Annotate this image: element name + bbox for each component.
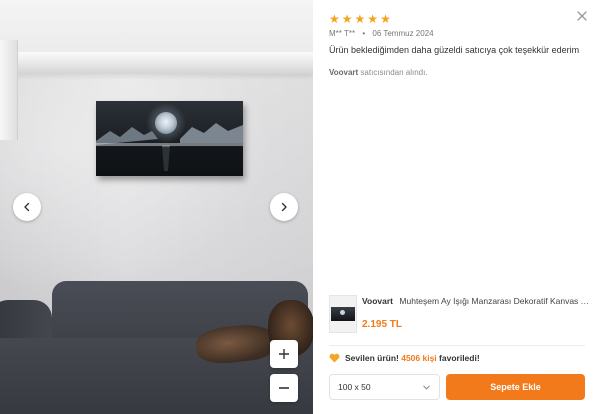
product-price: 2.195 TL: [362, 319, 403, 330]
review-date: 06 Temmuz 2024: [372, 29, 434, 38]
chevron-down-icon: [423, 385, 430, 390]
product-name: Muhteşem Ay Işığı Manzarası Dekoratif Ka…: [399, 296, 591, 306]
star-icon: ★: [341, 12, 353, 26]
product-brand: Voovart: [362, 296, 394, 306]
zoom-out-button[interactable]: [270, 374, 298, 402]
chevron-left-icon: [24, 202, 30, 212]
star-icon: ★: [354, 12, 366, 26]
add-to-cart-button[interactable]: Sepete Ekle: [446, 374, 585, 400]
star-icon: ★: [380, 12, 391, 26]
product-thumbnail-image: [331, 307, 355, 321]
next-photo-button[interactable]: [270, 193, 298, 221]
crown-molding: [0, 52, 313, 74]
star-rating: ★ ★ ★ ★ ★: [329, 13, 391, 25]
close-icon[interactable]: [576, 10, 588, 22]
divider: [329, 345, 585, 346]
star-icon: ★: [367, 12, 379, 26]
zoom-in-button[interactable]: [270, 340, 298, 368]
review-meta: M** T** • 06 Temmuz 2024: [329, 29, 434, 38]
product-thumbnail[interactable]: [329, 295, 357, 333]
wall-corner: [0, 40, 18, 140]
size-select[interactable]: 100 x 50: [329, 374, 440, 400]
meta-separator: •: [362, 29, 366, 38]
review-detail-panel: ★ ★ ★ ★ ★ M** T** • 06 Temmuz 2024 Ürün …: [313, 0, 600, 414]
favorites-prefix: Sevilen ürün!: [345, 353, 399, 363]
product-summary[interactable]: Voovart Muhteşem Ay Işığı Manzarası Deko…: [329, 295, 591, 333]
ceiling: [0, 0, 313, 58]
favorites-suffix: favoriledi!: [439, 353, 480, 363]
review-author: M** T**: [329, 29, 356, 38]
previous-photo-button[interactable]: [13, 193, 41, 221]
review-photo: [0, 0, 313, 414]
favorites-count: 4506 kişi: [401, 353, 437, 363]
chevron-right-icon: [281, 202, 287, 212]
product-title[interactable]: Voovart Muhteşem Ay Işığı Manzarası Deko…: [362, 296, 591, 306]
seller-note-suffix: satıcısından alındı.: [358, 68, 428, 77]
moonlight-canvas-painting: [96, 101, 243, 176]
minus-icon: [279, 387, 289, 389]
review-text: Ürün beklediğimden daha güzeldi satıcıya…: [329, 45, 580, 55]
favorites-info: Sevilen ürün! 4506 kişi favoriledi!: [329, 353, 480, 363]
heart-icon: [329, 353, 340, 363]
seller-name: Voovart: [329, 68, 359, 77]
seller-note: Voovart satıcısından alındı.: [329, 68, 428, 77]
size-select-value: 100 x 50: [338, 382, 371, 392]
star-icon: ★: [329, 12, 340, 26]
plus-icon: [279, 349, 289, 359]
